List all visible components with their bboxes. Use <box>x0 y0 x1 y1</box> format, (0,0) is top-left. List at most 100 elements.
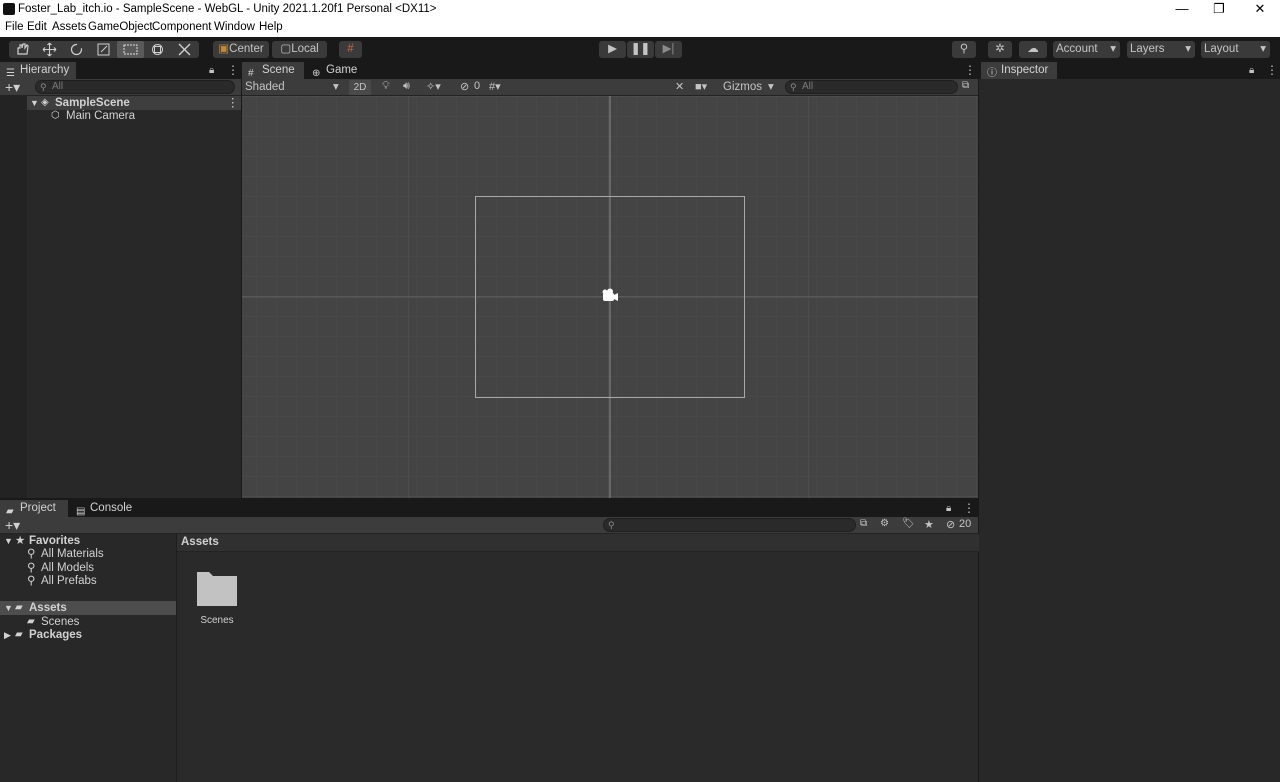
chevron-down-icon: ▾ <box>1185 43 1191 55</box>
favorite-item[interactable]: ⚲ All Materials <box>0 547 176 561</box>
hierarchy-item-label: Main Camera <box>66 110 136 122</box>
pivot-icon: ▣ <box>218 43 230 55</box>
lock-icon[interactable]: 🔒︎ <box>1249 64 1254 78</box>
menu-assets[interactable]: Assets <box>52 21 87 33</box>
assets-row[interactable]: ▼ ▰ Assets <box>0 601 176 615</box>
favorite-item[interactable]: ⚲ All Models <box>0 561 176 575</box>
play-button[interactable]: ▶ <box>599 41 626 58</box>
tab-project[interactable]: ▰ Project <box>0 500 68 517</box>
favorites-row[interactable]: ▼ ★ Favorites <box>0 534 176 548</box>
gizmos-dropdown[interactable]: Gizmos ▾ <box>723 80 778 95</box>
expand-arrow-icon: ▼ <box>4 603 13 613</box>
minimize-button[interactable]: — <box>1162 0 1202 19</box>
scale-tool-button[interactable] <box>90 41 117 58</box>
lock-icon[interactable]: 🔒︎ <box>209 64 214 78</box>
menu-component[interactable]: Component <box>152 21 211 33</box>
project-tree: ▼ ★ Favorites ⚲ All Materials ⚲ All Mode… <box>0 534 176 782</box>
tab-project-label: Project <box>20 502 56 514</box>
tab-hierarchy[interactable]: ☰ Hierarchy <box>0 62 76 79</box>
kebab-menu-icon[interactable]: ⋮ <box>964 63 976 77</box>
pause-button[interactable]: ❚❚ <box>627 41 654 58</box>
tools-icon[interactable]: ✕ <box>675 80 684 93</box>
scene-search-input[interactable]: ⚲ All <box>785 80 958 94</box>
tab-inspector[interactable]: ⓘ Inspector <box>981 62 1057 79</box>
hierarchy-search-input[interactable]: ⚲ All <box>35 80 235 94</box>
kebab-menu-icon[interactable]: ⋮ <box>227 63 239 77</box>
camera-icon[interactable]: ■▾ <box>695 80 707 93</box>
breadcrumb-assets[interactable]: Assets <box>181 536 219 548</box>
lighting-icon[interactable]: 💡︎ <box>382 80 390 93</box>
rotate-tool-button[interactable] <box>63 41 90 58</box>
hierarchy-tabbar: ☰ Hierarchy 🔒︎ ⋮ <box>0 62 241 79</box>
menu-file[interactable]: File <box>5 21 24 33</box>
tool-group <box>9 41 199 58</box>
label-tag-icon[interactable]: 🏷︎ <box>902 518 915 529</box>
hierarchy-search-placeholder: All <box>52 81 64 92</box>
inspector-panel: ⓘ Inspector 🔒︎ ⋮ <box>979 62 1280 782</box>
scene-tabbar: # Scene ⊕ Game ⋮ <box>242 62 978 79</box>
search-icon: ⚲ <box>27 575 36 587</box>
tab-game[interactable]: ⊕ Game <box>306 62 366 79</box>
expand-search-icon[interactable]: ⧉ <box>860 518 867 529</box>
tab-console[interactable]: ▤ Console <box>70 500 140 517</box>
cloud-button[interactable]: ☁ <box>1019 41 1047 58</box>
packages-label: Packages <box>29 629 83 641</box>
effects-icon[interactable]: ✧▾ <box>426 80 441 93</box>
main-toolbar: ▣Center ▢Local # ▶ ❚❚ ▶| ⚲ ✲ ☁ Account ▾… <box>0 37 1280 62</box>
add-icon[interactable]: +▾ <box>5 517 20 533</box>
restore-button[interactable]: ❐ <box>1199 0 1239 19</box>
filter-type-icon[interactable]: ⚙ <box>880 518 889 529</box>
rotate-icon <box>70 43 83 56</box>
asset-tile[interactable]: Scenes <box>189 566 245 630</box>
folder-icon: ▰ <box>15 629 23 640</box>
2d-toggle[interactable]: 2D <box>349 80 371 95</box>
tab-hierarchy-label: Hierarchy <box>20 64 70 76</box>
kebab-menu-icon[interactable]: ⋮ <box>963 501 975 515</box>
account-dropdown[interactable]: Account ▾ <box>1053 41 1120 58</box>
menu-window[interactable]: Window <box>214 21 255 33</box>
hierarchy-item[interactable]: ⬡ Main Camera <box>27 109 241 123</box>
asset-folder-item[interactable]: ▰ Scenes <box>0 615 176 629</box>
rect-tool-button[interactable] <box>117 41 144 58</box>
chevron-down-icon: ▾ <box>1110 43 1116 55</box>
close-button[interactable]: ✕ <box>1240 0 1280 19</box>
move-tool-button[interactable] <box>36 41 63 58</box>
hidden-packages-icon[interactable]: ⊘ <box>946 518 955 531</box>
transform-tool-button[interactable] <box>144 41 171 58</box>
gizmos-label: Gizmos <box>723 81 762 93</box>
menu-help[interactable]: Help <box>259 21 283 33</box>
custom-tool-button[interactable] <box>171 41 199 58</box>
packages-row[interactable]: ▶ ▰ Packages <box>0 628 176 642</box>
hand-tool-button[interactable] <box>9 41 36 58</box>
grid-toggle-icon[interactable]: #▾ <box>489 80 501 93</box>
scene-row[interactable]: ▼ ◈ SampleScene ⋮ <box>27 96 241 110</box>
layout-dropdown[interactable]: Layout ▾ <box>1201 41 1270 58</box>
draw-mode-dropdown[interactable]: Shaded ▾ <box>245 80 345 95</box>
snap-button[interactable]: # <box>339 41 362 58</box>
tab-scene[interactable]: # Scene <box>242 62 304 79</box>
add-icon[interactable]: +▾ <box>5 79 20 95</box>
menu-edit[interactable]: Edit <box>27 21 47 33</box>
menu-gameobject[interactable]: GameObject <box>88 21 153 33</box>
expand-search-icon[interactable]: ⧉ <box>962 80 969 91</box>
asset-tile-label: Scenes <box>200 615 234 626</box>
info-icon: ⓘ <box>987 68 997 79</box>
audio-icon[interactable]: 🔊︎ <box>403 80 410 93</box>
favorite-item[interactable]: ⚲ All Prefabs <box>0 574 176 588</box>
hidden-objects-icon[interactable]: ⊘ <box>460 80 469 93</box>
step-button[interactable]: ▶| <box>655 41 682 58</box>
project-search-input[interactable]: ⚲ <box>603 518 856 532</box>
kebab-menu-icon[interactable]: ⋮ <box>227 96 239 110</box>
scale-icon <box>97 43 110 56</box>
collab-button[interactable]: ✲ <box>988 41 1012 58</box>
kebab-menu-icon[interactable]: ⋮ <box>1266 63 1278 77</box>
layers-dropdown[interactable]: Layers ▾ <box>1127 41 1195 58</box>
cube-icon: ▢ <box>280 43 292 55</box>
chevron-down-icon: ▾ <box>768 81 774 93</box>
search-button[interactable]: ⚲ <box>952 41 976 58</box>
star-icon[interactable]: ★ <box>924 518 934 531</box>
scene-viewport[interactable] <box>242 96 978 498</box>
pivot-center-button[interactable]: ▣Center <box>213 41 269 58</box>
pivot-space-button[interactable]: ▢Local <box>272 41 327 58</box>
lock-icon[interactable]: 🔒︎ <box>946 502 951 516</box>
